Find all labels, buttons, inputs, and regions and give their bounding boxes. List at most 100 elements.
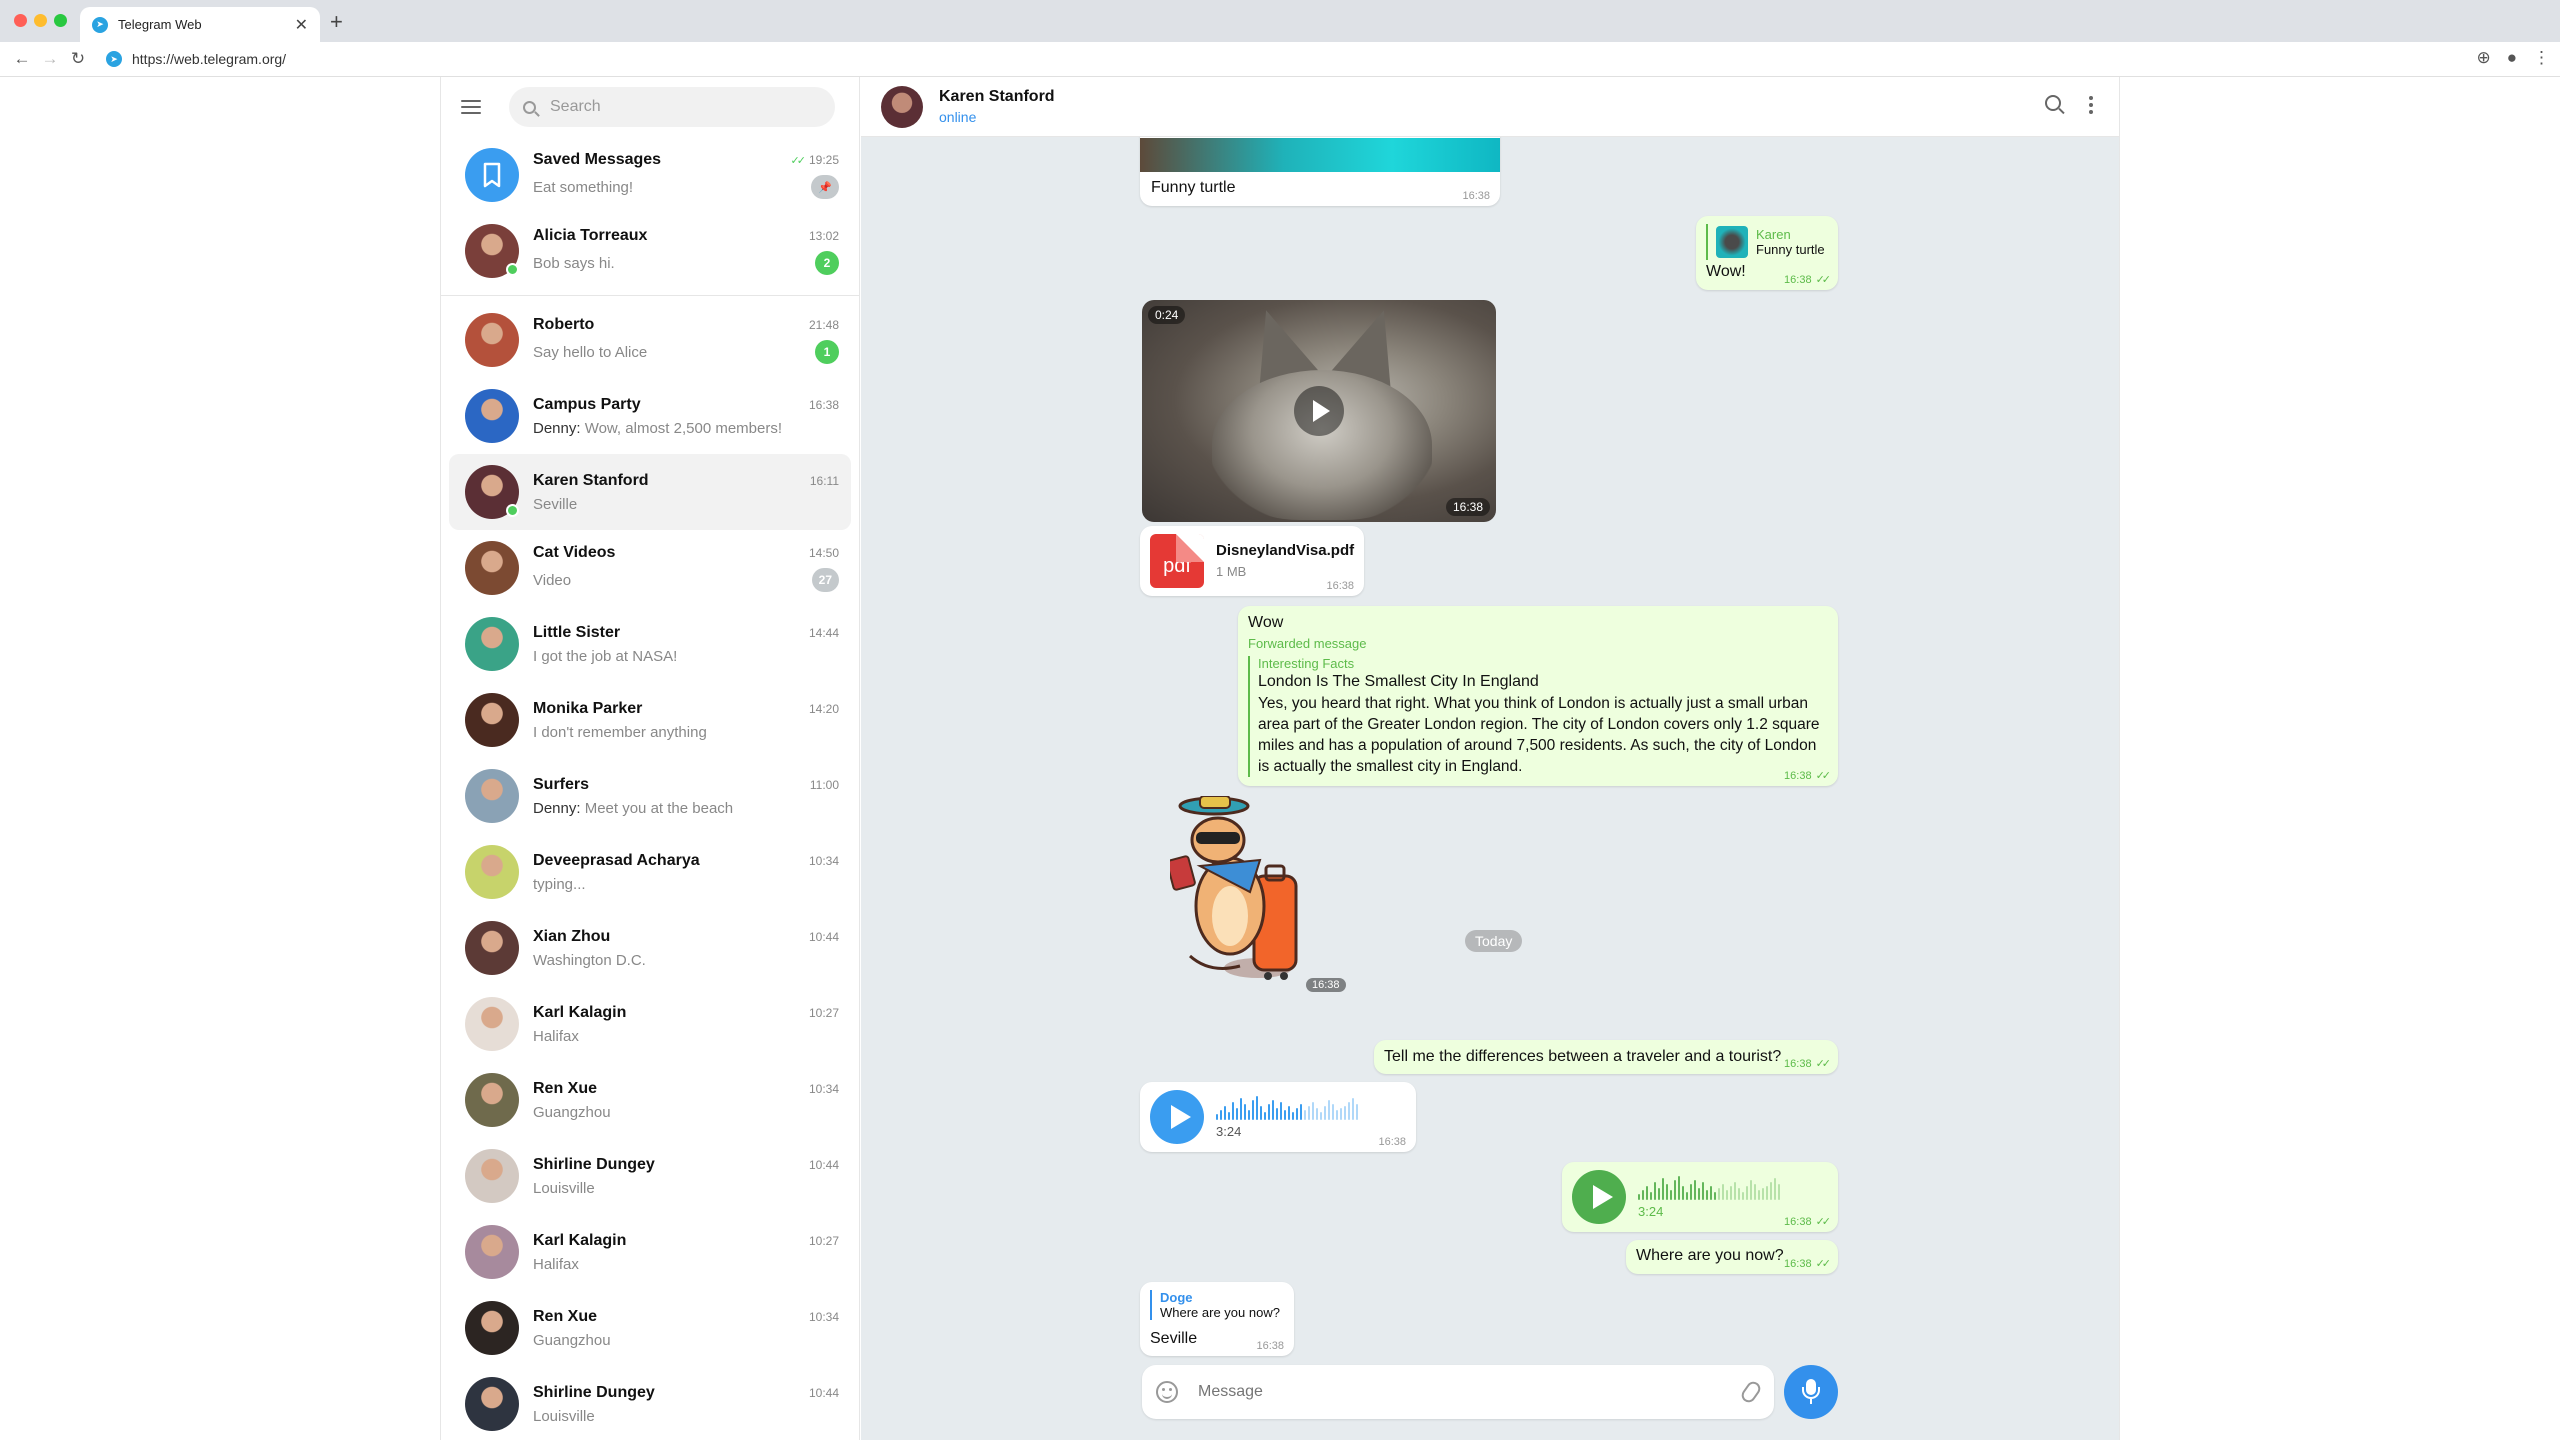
message-input[interactable] — [1198, 1383, 1718, 1401]
reply-preview[interactable]: Karen Funny turtle — [1706, 224, 1825, 260]
chat-list-item[interactable]: Campus Party 16:38 Denny: Wow, almost 2,50… — [449, 378, 851, 454]
voice-waveform[interactable] — [1638, 1174, 1780, 1200]
play-icon[interactable] — [1150, 1090, 1204, 1144]
waveform-bar — [1232, 1102, 1234, 1120]
chat-header[interactable]: Karen Stanford online — [861, 77, 2119, 137]
chat-name: Little Sister — [533, 623, 621, 641]
chat-list-item[interactable]: Alicia Torreaux 13:02 Bob says hi. 2 — [449, 213, 851, 289]
waveform-bar — [1778, 1184, 1780, 1200]
chat-name: Deveeprasad Acharya — [533, 851, 700, 869]
chat-list-item[interactable]: Ren Xue 10:34 Guangzhou — [449, 1062, 851, 1138]
chat-list-item[interactable]: Karen Stanford 16:11 Seville — [449, 454, 851, 530]
chat-preview: Louisville — [533, 1179, 595, 1197]
chat-list-item[interactable]: Surfers 11:00 Denny: Meet you at the beach — [449, 758, 851, 834]
chat-time: 10:44 — [808, 1157, 839, 1172]
chat-list-item[interactable]: Saved Messages ✓✓ 19:25 Eat something! 📌 — [449, 137, 851, 213]
chat-time: 10:34 — [808, 1309, 839, 1324]
voice-record-button[interactable] — [1784, 1365, 1838, 1419]
chat-time: 16:11 — [809, 473, 839, 488]
chat-list-item[interactable]: Karl Kalagin 10:27 Halifax — [449, 1214, 851, 1290]
text-message[interactable]: Tell me the differences between a travel… — [1374, 1040, 1838, 1074]
waveform-bar — [1340, 1108, 1342, 1120]
waveform-bar — [1236, 1108, 1238, 1120]
file-size: 1 MB — [1216, 564, 1247, 579]
profile-icon[interactable]: ● — [2507, 48, 2517, 68]
chat-time: 10:44 — [808, 929, 839, 944]
waveform-bar — [1750, 1180, 1752, 1200]
extension-icon[interactable]: ⊕ — [2476, 48, 2490, 68]
search-input[interactable]: Search — [509, 87, 835, 127]
message-time: 16:38 ✓✓ — [1784, 1258, 1831, 1270]
forwarded-label: Forwarded message — [1248, 636, 1367, 651]
waveform-bar — [1348, 1102, 1350, 1120]
voice-message[interactable]: 3:24 16:38 — [1140, 1082, 1416, 1152]
chat-list-item[interactable]: Little Sister 14:44 I got the job at NASA! — [449, 606, 851, 682]
maximize-window-button[interactable] — [54, 14, 67, 27]
waveform-bar — [1284, 1110, 1286, 1120]
chat-list-item[interactable]: Monika Parker 14:20 I don't remember anyth… — [449, 682, 851, 758]
avatar[interactable] — [881, 85, 923, 128]
chat-preview: Say hello to Alice — [533, 343, 648, 361]
voice-waveform[interactable] — [1216, 1094, 1358, 1120]
voice-message[interactable]: 3:24 16:38 ✓✓ — [1562, 1162, 1838, 1232]
waveform-bar — [1292, 1112, 1294, 1120]
play-icon[interactable] — [1294, 386, 1344, 436]
back-arrow-icon[interactable]: ← — [8, 49, 36, 69]
forwarded-message[interactable]: Wow Forwarded message Interesting Facts … — [1238, 606, 1838, 786]
waveform-bar — [1264, 1112, 1266, 1120]
forward-source: Interesting Facts — [1258, 656, 1355, 671]
avatar — [465, 997, 519, 1051]
waveform-bar — [1706, 1190, 1708, 1200]
reload-icon[interactable]: ↻ — [64, 49, 92, 69]
tab-close-button[interactable]: ✕ — [295, 15, 308, 35]
video-message[interactable]: 0:24 16:38 — [1142, 300, 1496, 522]
turtle-photo[interactable] — [1140, 138, 1500, 172]
waveform-bar — [1240, 1098, 1242, 1120]
kangaroo-traveler-sticker[interactable] — [1170, 796, 1320, 990]
avatar — [465, 313, 519, 367]
chat-list-item[interactable]: Cat Videos 14:50 Video 27 — [449, 530, 851, 606]
play-icon[interactable] — [1572, 1170, 1626, 1224]
browser-tab[interactable]: ➤ Telegram Web ✕ — [80, 7, 320, 42]
browser-menu-icon[interactable]: ⋮ — [2533, 48, 2550, 68]
new-tab-button[interactable]: + — [330, 9, 343, 35]
forward-arrow-icon[interactable]: → — [36, 49, 64, 69]
chat-name: Campus Party — [533, 395, 641, 413]
chat-name: Ren Xue — [533, 1079, 598, 1097]
text-message[interactable]: Where are you now? 16:38 ✓✓ — [1626, 1240, 1838, 1274]
reply-message[interactable]: Karen Funny turtle Wow! 16:38 ✓✓ — [1696, 216, 1838, 290]
minimize-window-button[interactable] — [34, 14, 47, 27]
forwarded-content: Interesting Facts London Is The Smallest… — [1248, 656, 1832, 777]
waveform-bar — [1328, 1100, 1330, 1120]
message-time: 16:38 — [1378, 1136, 1406, 1148]
file-message[interactable]: pdf DisneylandVisa.pdf 1 MB 16:38 — [1140, 526, 1364, 596]
hamburger-menu-icon[interactable] — [461, 100, 481, 114]
avatar — [465, 1225, 519, 1279]
chat-preview: Denny: Meet you at the beach — [533, 799, 734, 817]
url-field[interactable]: ➤ https://web.telegram.org/ — [106, 51, 286, 67]
reply-preview[interactable]: Doge Where are you now? — [1150, 1290, 1280, 1320]
chat-list-item[interactable]: Roberto 21:48 Say hello to Alice 1 — [449, 302, 851, 378]
chat-preview: Eat something! — [533, 178, 634, 196]
chat-list-item[interactable]: Shirline Dungey 10:44 Louisville — [449, 1366, 851, 1440]
waveform-bar — [1220, 1110, 1222, 1120]
chat-name: Monika Parker — [533, 699, 643, 717]
search-icon[interactable] — [2045, 95, 2061, 111]
avatar — [465, 465, 519, 519]
reply-message[interactable]: Doge Where are you now? Seville 16:38 — [1140, 1282, 1294, 1356]
chat-list-item[interactable]: Karl Kalagin 10:27 Halifax — [449, 986, 851, 1062]
chat-list-item[interactable]: Deveeprasad Acharya 10:34 typing... — [449, 834, 851, 910]
chat-preview: I don't remember anything — [533, 723, 707, 741]
avatar — [465, 693, 519, 747]
chat-list-item[interactable]: Ren Xue 10:34 Guangzhou — [449, 1290, 851, 1366]
emoji-icon[interactable] — [1156, 1381, 1178, 1403]
close-window-button[interactable] — [14, 14, 27, 27]
attach-icon[interactable] — [1738, 1378, 1764, 1406]
more-options-icon[interactable] — [2089, 95, 2093, 114]
reply-thumbnail — [1716, 226, 1748, 258]
chat-list-item[interactable]: Shirline Dungey 10:44 Louisville — [449, 1138, 851, 1214]
pdf-file-icon[interactable]: pdf — [1150, 534, 1204, 588]
chat-list-item[interactable]: Xian Zhou 10:44 Washington D.C. — [449, 910, 851, 986]
waveform-bar — [1356, 1104, 1358, 1120]
chat-time: 21:48 — [808, 318, 839, 332]
